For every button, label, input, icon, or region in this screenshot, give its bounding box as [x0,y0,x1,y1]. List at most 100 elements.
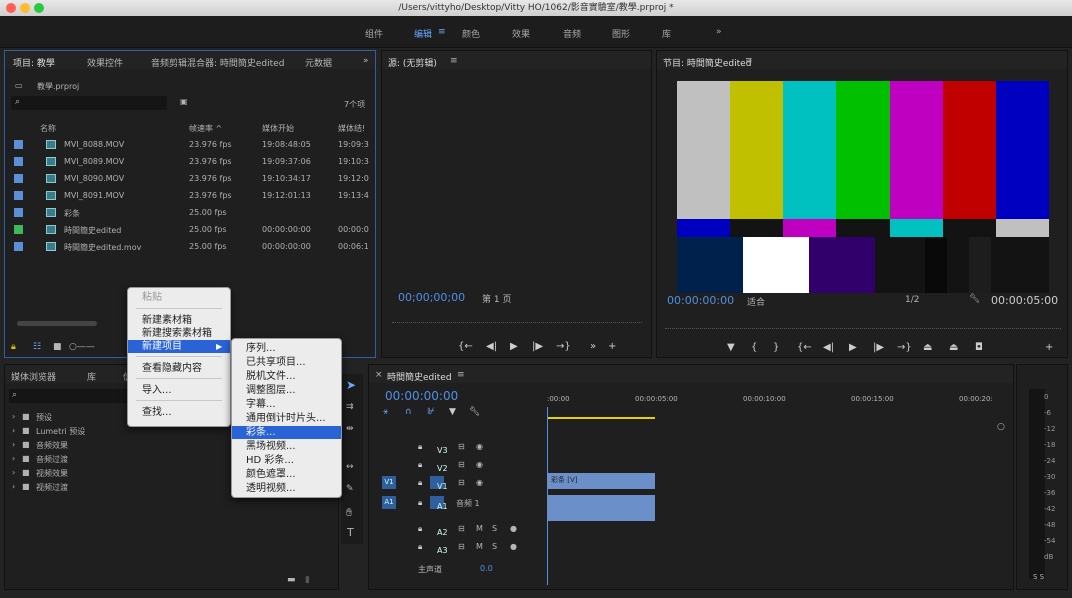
menu-find[interactable]: 查找... [142,406,172,419]
lift-icon[interactable]: ⏏ [923,342,932,353]
go-to-in-icon[interactable]: {← [797,342,812,353]
track-header[interactable]: 🔒︎ V3 ⊟ ◉ [380,438,545,455]
solo-button[interactable]: S [492,542,497,551]
menu-new-item[interactable]: 新建项目 ▶ [128,340,230,353]
submenu-item[interactable]: 黑场视频... [232,440,341,453]
menu-view-hidden[interactable]: 查看隐藏内容 [142,362,202,375]
zoom-slider[interactable]: ○—— [69,342,95,352]
audio-clip[interactable] [547,495,655,521]
label-color-swatch[interactable] [14,191,23,200]
step-forward-icon[interactable]: |▶ [873,342,884,353]
settings-wrench-icon[interactable]: 🔧︎ [469,407,480,417]
new-bin-icon[interactable]: ▣ [180,97,188,106]
source-monitor-title[interactable]: 源: (无剪辑) [388,56,437,69]
close-window-button[interactable] [6,3,16,13]
submenu-item[interactable]: 透明视频... [232,482,341,495]
label-color-swatch[interactable] [14,157,23,166]
label-color-swatch[interactable] [14,225,23,234]
program-timecode[interactable]: 00:00:00:00 [667,294,734,307]
project-item-row[interactable]: 彩条 25.00 fps [6,205,376,221]
list-view-icon[interactable]: ☷ [33,342,41,352]
submenu-item[interactable]: 调整图层... [232,384,341,397]
menu-import[interactable]: 导入... [142,384,172,397]
sync-icon[interactable]: ⊟ [458,478,465,487]
selection-tool-icon[interactable]: ➤ [346,378,356,392]
project-item-row[interactable]: MVI_8088.MOV 23.976 fps 19:08:48:05 19:0… [6,137,376,153]
timeline-ruler[interactable]: :00:00 00:00:05:00 00:00:10:00 00:00:15:… [547,395,997,407]
label-color-swatch[interactable] [14,208,23,217]
timeline-title[interactable]: 時間簡史edited [387,370,452,383]
workspace-color[interactable]: 颜色 [462,27,480,40]
submenu-item[interactable]: HD 彩条... [232,454,341,467]
track-header[interactable]: V1 🔒︎ V1 ⊟ ◉ [380,474,545,491]
menu-new-bin[interactable]: 新建素材箱 [142,314,192,327]
resolution-dropdown[interactable]: 1/2 [905,295,919,305]
source-time-ruler[interactable] [392,313,642,323]
timeline-close-icon[interactable]: × [375,370,383,380]
pen-tool-icon[interactable]: ✎ [346,484,354,494]
submenu-item[interactable]: 彩条... [232,426,341,439]
menu-new-search-bin[interactable]: 新建搜索素材箱 [142,327,212,340]
color-bars-clip[interactable]: 彩条 [V] [547,473,655,489]
project-horizontal-scrollbar[interactable] [17,321,97,326]
project-search-input[interactable]: ⌕ [11,96,167,110]
overflow-icon[interactable]: » [590,341,596,352]
submenu-item[interactable]: 颜色遮罩... [232,468,341,481]
project-item-row[interactable]: 時間簡史edited 25.00 fps 00:00:00:00 00:00:0 [6,222,376,238]
label-color-swatch[interactable] [14,140,23,149]
track-label[interactable]: A1 [430,496,448,511]
step-back-icon[interactable]: ◀| [823,342,834,353]
add-button-icon[interactable]: + [1045,342,1053,353]
lock-icon[interactable]: 🔒︎ [418,460,422,470]
slip-tool-icon[interactable]: ↔ [346,462,354,472]
solo-buttons[interactable]: S S [1033,573,1044,581]
fit-dropdown[interactable]: 适合 [747,295,765,308]
scroll-handle-icon[interactable]: ○ [997,422,1005,432]
play-icon[interactable]: ▶ [510,341,518,352]
minimize-window-button[interactable] [20,3,30,13]
workspace-graphics[interactable]: 图形 [612,27,630,40]
track-select-tool-icon[interactable]: ⇉ [346,402,354,412]
nest-icon[interactable]: ⚹ [383,407,388,417]
program-menu-icon[interactable]: ≡ [745,56,753,66]
track-label[interactable]: A3 [430,540,448,555]
col-media-end[interactable]: 媒体结! [338,123,365,134]
step-back-icon[interactable]: ◀| [486,341,497,352]
microphone-icon[interactable]: ● [510,542,517,551]
workspace-overflow[interactable]: » [716,27,722,37]
track-header[interactable]: A1 🔒︎ A1 音频 1 [380,494,545,511]
source-patch[interactable]: A1 [382,496,396,509]
label-color-swatch[interactable] [14,242,23,251]
expand-chevron-icon[interactable]: › [12,468,15,477]
track-label[interactable]: V1 [430,476,448,491]
sync-icon[interactable]: ⊟ [458,542,465,551]
timeline-menu-icon[interactable]: ≡ [457,370,465,380]
microphone-icon[interactable]: ● [510,524,517,533]
sync-icon[interactable]: ⊟ [458,524,465,533]
expand-chevron-icon[interactable]: › [12,426,15,435]
add-button-icon[interactable]: + [608,341,616,352]
track-label[interactable]: V3 [430,440,448,455]
eye-icon[interactable]: ◉ [476,442,483,451]
add-marker-icon[interactable]: ▼ [449,407,456,417]
snap-icon[interactable]: ∩ [405,407,412,417]
master-volume[interactable]: 0.0 [480,564,493,573]
workspace-audio[interactable]: 音频 [563,27,581,40]
settings-wrench-icon[interactable]: 🔧︎ [969,294,980,304]
mark-in-icon[interactable]: {← [458,341,473,352]
program-video-frame[interactable] [677,81,1049,293]
lock-icon[interactable]: 🔒︎ [11,342,16,352]
tab-libraries[interactable]: 库 [87,370,96,383]
mute-button[interactable]: M [476,524,483,533]
step-forward-icon[interactable]: |▶ [532,341,543,352]
lock-icon[interactable]: 🔒︎ [418,498,422,508]
submenu-item[interactable]: 已共享项目... [232,356,341,369]
source-patch[interactable]: V1 [382,476,396,489]
mark-in-icon[interactable]: { [751,342,757,353]
project-item-row[interactable]: MVI_8090.MOV 23.976 fps 19:10:34:17 19:1… [6,171,376,187]
workspace-editing[interactable]: 编辑 [414,27,432,40]
ripple-edit-tool-icon[interactable]: ⇹ [346,424,354,434]
eye-icon[interactable]: ◉ [476,460,483,469]
lock-icon[interactable]: 🔒︎ [418,542,422,552]
submenu-item[interactable]: 序列... [232,342,341,355]
